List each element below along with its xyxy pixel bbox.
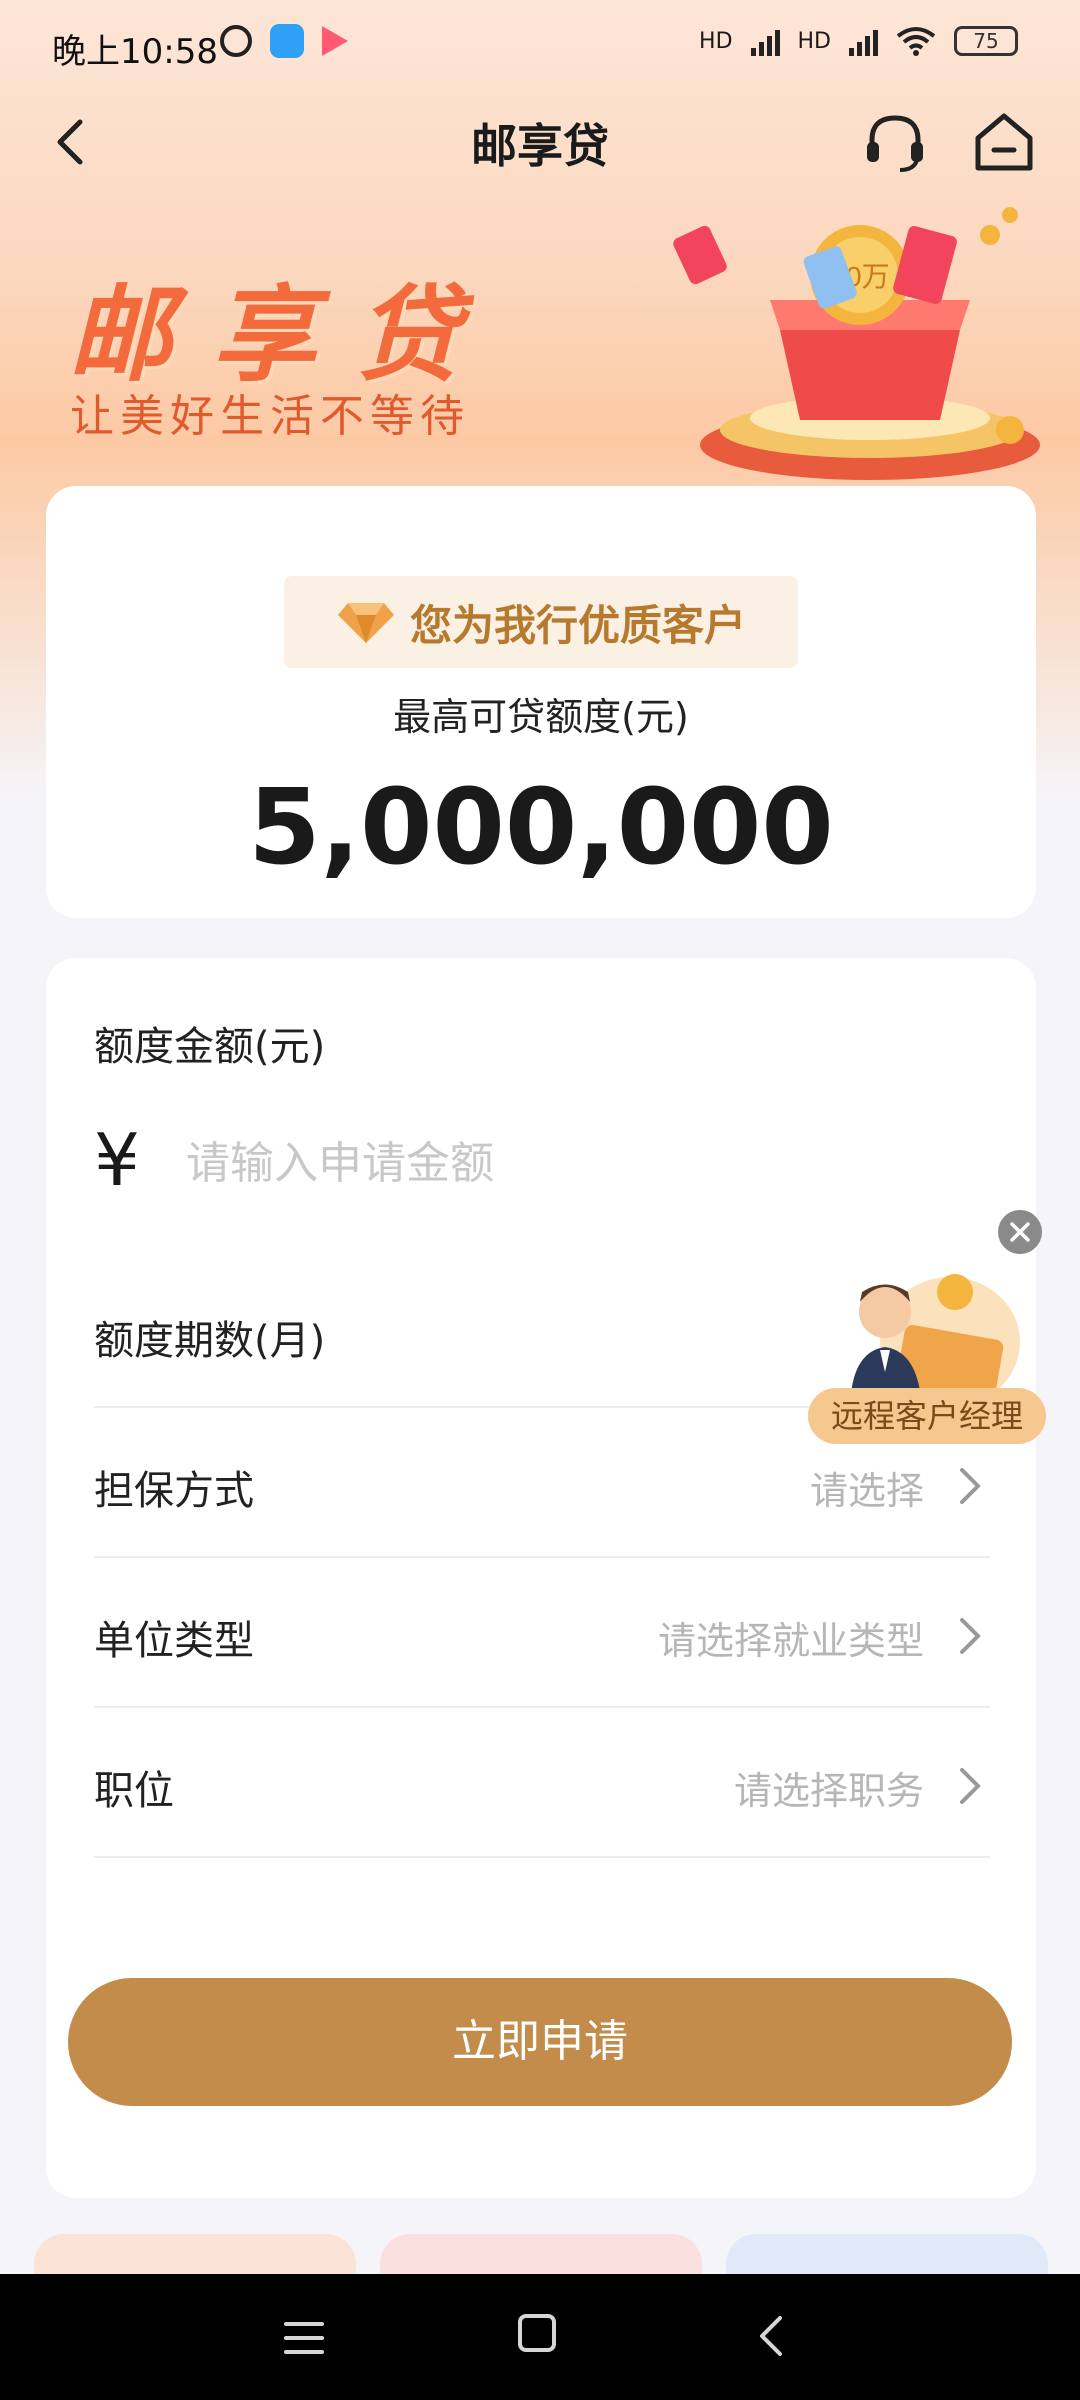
position-label: 职位 xyxy=(94,1768,174,1814)
battery-icon: 75 xyxy=(954,26,1018,56)
headset-icon[interactable] xyxy=(862,110,928,176)
system-home-icon[interactable] xyxy=(518,2314,556,2352)
guarantee-value: 请选择 xyxy=(809,1469,924,1513)
vip-badge-text: 您为我行优质客户 xyxy=(409,600,746,650)
remote-manager-label[interactable]: 远程客户经理 xyxy=(808,1388,1046,1444)
diamond-icon xyxy=(337,603,394,643)
application-form-card: 额度金额(元) ¥ 额度期数(月) 担保方式 请选择 单位类型 请选择就业类型 … xyxy=(46,958,1036,2198)
menu-icon[interactable] xyxy=(284,2320,324,2356)
app-notification-icon xyxy=(270,24,304,58)
chevron-right-icon xyxy=(960,1618,981,1654)
currency-symbol: ¥ xyxy=(94,1118,140,1202)
guarantee-label: 担保方式 xyxy=(94,1468,254,1514)
position-row[interactable]: 职位 请选择职务 xyxy=(94,1708,990,1858)
amount-input[interactable] xyxy=(186,1128,886,1198)
system-back-icon[interactable] xyxy=(756,2314,786,2358)
status-notification-icons xyxy=(220,24,348,58)
term-label: 额度期数(月) xyxy=(94,1318,326,1364)
banner-title: 邮享贷 xyxy=(68,274,501,396)
play-store-icon xyxy=(322,26,348,56)
nav-bar: 邮享贷 xyxy=(0,96,1080,186)
chevron-right-icon xyxy=(960,1768,981,1804)
system-nav-bar xyxy=(0,2274,1080,2400)
signal-icon xyxy=(750,26,780,56)
chevron-right-icon xyxy=(960,1468,981,1504)
close-icon[interactable] xyxy=(998,1210,1042,1254)
hd-label: HD xyxy=(797,28,831,54)
apply-now-button[interactable]: 立即申请 xyxy=(68,1978,1012,2106)
status-bar: 晚上10:58 HD HD 75 xyxy=(0,0,1080,92)
limit-value: 5,000,000 xyxy=(248,766,834,888)
credit-limit-card: 您为我行优质客户 最高可贷额度(元) 5,000,000 xyxy=(46,486,1036,918)
signal-icon xyxy=(849,26,878,56)
vip-badge: 您为我行优质客户 xyxy=(284,576,798,668)
status-time: 晚上10:58 xyxy=(52,32,218,72)
position-value: 请选择职务 xyxy=(733,1769,924,1813)
wifi-icon xyxy=(896,27,936,56)
home-icon[interactable] xyxy=(970,108,1038,176)
amount-label: 额度金额(元) xyxy=(94,1024,326,1070)
gift-box-illustration: 20万 xyxy=(673,207,1040,480)
status-system-icons: HD HD 75 xyxy=(699,26,1018,56)
employer-type-label: 单位类型 xyxy=(94,1618,254,1664)
employer-type-value: 请选择就业类型 xyxy=(657,1619,924,1663)
hd-label: HD xyxy=(699,28,733,54)
employer-type-row[interactable]: 单位类型 请选择就业类型 xyxy=(94,1558,990,1708)
alarm-icon xyxy=(220,25,252,57)
limit-label: 最高可贷额度(元) xyxy=(393,695,689,739)
banner-subtitle: 让美好生活不等待 xyxy=(70,391,470,442)
